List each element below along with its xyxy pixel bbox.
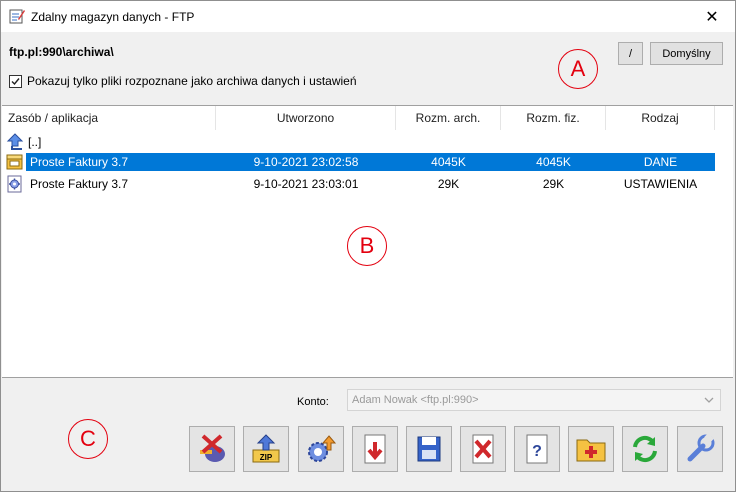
callout-marker-b: B	[347, 226, 387, 266]
title-bar: Zdalny magazyn danych - FTP ✕	[1, 1, 735, 32]
chevron-down-icon	[704, 397, 714, 403]
close-button[interactable]: ✕	[689, 1, 735, 32]
list-header: Zasób / aplikacja Utworzono Rozm. arch. …	[2, 106, 733, 130]
ftp-storage-window: Zdalny magazyn danych - FTP ✕ ftp.pl:990…	[0, 0, 736, 492]
row-archive-size: 4045K	[431, 155, 466, 169]
table-row[interactable]: Proste Faktury 3.7 9-10-2021 23:02:58 40…	[2, 152, 733, 172]
refresh-button[interactable]	[622, 426, 668, 472]
upload-zip-icon: ZIP	[252, 434, 280, 463]
close-icon: ✕	[705, 8, 719, 26]
refresh-icon	[633, 435, 657, 463]
row-created: 9-10-2021 23:03:01	[253, 177, 359, 191]
new-folder-button[interactable]	[568, 426, 614, 472]
column-header-type[interactable]: Rodzaj	[606, 106, 715, 130]
column-header-physical-size[interactable]: Rozm. fiz.	[501, 106, 606, 130]
filter-checkbox-row[interactable]: Pokazuj tylko pliki rozpoznane jako arch…	[9, 74, 357, 88]
disconnect-icon	[200, 434, 225, 462]
column-header-resource[interactable]: Zasób / aplikacja	[2, 106, 216, 130]
list-item-parent[interactable]: [..]	[2, 132, 733, 152]
window-title: Zdalny magazyn danych - FTP	[31, 10, 195, 24]
callout-marker-a: A	[558, 49, 598, 89]
wrench-icon	[687, 433, 715, 462]
row-physical-size: 4045K	[536, 155, 571, 169]
filter-checkbox[interactable]	[9, 74, 22, 88]
help-icon: ?	[526, 434, 548, 464]
column-header-created[interactable]: Utworzono	[216, 106, 396, 130]
settings-archive-icon	[7, 175, 22, 193]
upload-settings-button[interactable]	[298, 426, 344, 472]
svg-text:?: ?	[532, 443, 542, 460]
parent-item-label: [..]	[28, 135, 42, 149]
new-folder-icon	[576, 439, 606, 462]
account-label: Konto:	[297, 396, 329, 408]
svg-text:ZIP: ZIP	[260, 453, 273, 462]
table-row[interactable]: Proste Faktury 3.7 9-10-2021 23:03:01 29…	[2, 174, 733, 194]
current-path: ftp.pl:990\archiwa\	[9, 45, 114, 59]
help-button[interactable]: ?	[514, 426, 560, 472]
download-button[interactable]	[352, 426, 398, 472]
account-value: Adam Nowak <ftp.pl:990>	[352, 394, 479, 406]
row-name: Proste Faktury 3.7	[30, 155, 129, 169]
checkmark-icon	[11, 77, 20, 85]
save-icon	[417, 436, 441, 462]
row-name: Proste Faktury 3.7	[30, 177, 129, 191]
app-icon	[9, 9, 25, 24]
parent-folder-up-icon	[6, 133, 24, 150]
disconnect-button[interactable]	[189, 426, 235, 472]
account-select[interactable]: Adam Nowak <ftp.pl:990>	[347, 389, 721, 411]
upload-zip-button[interactable]: ZIP	[243, 426, 289, 472]
root-dir-button[interactable]: /	[618, 42, 643, 65]
upload-settings-icon	[308, 435, 337, 462]
callout-marker-c: C	[68, 419, 108, 459]
row-physical-size: 29K	[542, 177, 565, 191]
delete-button[interactable]	[460, 426, 506, 472]
row-type: DANE	[643, 155, 678, 169]
row-archive-size: 29K	[437, 177, 460, 191]
settings-button[interactable]	[677, 426, 723, 472]
row-type: USTAWIENIA	[623, 177, 698, 191]
row-created: 9-10-2021 23:02:58	[253, 155, 359, 169]
filter-label: Pokazuj tylko pliki rozpoznane jako arch…	[27, 74, 357, 88]
delete-icon	[472, 434, 494, 464]
data-archive-icon	[6, 154, 23, 170]
download-icon	[364, 434, 386, 464]
default-dir-button[interactable]: Domyślny	[650, 42, 723, 65]
save-button[interactable]	[406, 426, 452, 472]
column-header-archive-size[interactable]: Rozm. arch.	[396, 106, 501, 130]
